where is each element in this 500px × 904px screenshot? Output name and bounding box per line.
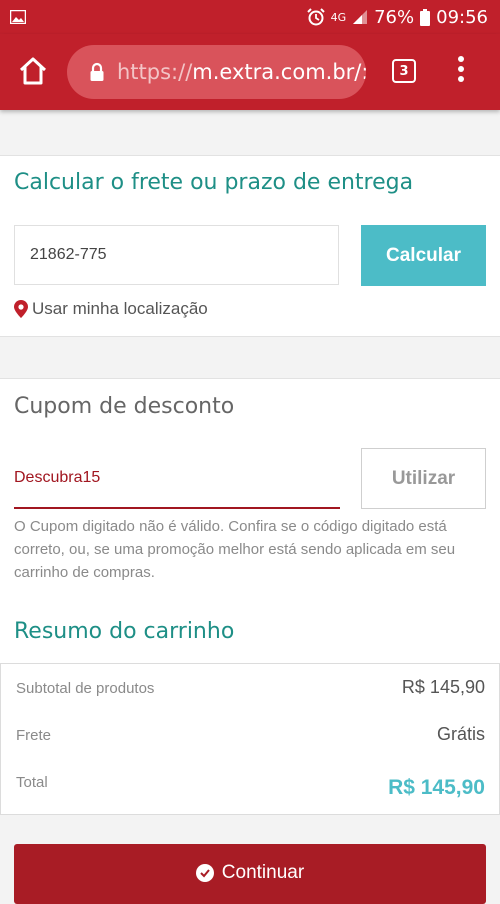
more-vert-icon[interactable] bbox=[455, 56, 467, 86]
shipping-label: Frete bbox=[16, 727, 52, 744]
use-coupon-button[interactable]: Utilizar bbox=[361, 448, 486, 509]
home-icon bbox=[19, 57, 47, 85]
battery-icon bbox=[420, 8, 431, 26]
calculate-button[interactable]: Calcular bbox=[361, 225, 486, 286]
location-pin-icon bbox=[14, 300, 28, 318]
coupon-input[interactable]: Descubra15 bbox=[14, 449, 340, 509]
status-bar: 4G 76% 09:56 bbox=[0, 0, 500, 34]
total-label: Total bbox=[16, 774, 48, 791]
url-host: m.extra.com.br/: bbox=[192, 60, 366, 84]
network-type: 4G bbox=[330, 10, 347, 24]
shipping-title: Calcular o frete ou prazo de entrega bbox=[14, 170, 414, 195]
coupon-card: Cupom de desconto Descubra15 Utilizar O … bbox=[0, 378, 500, 600]
signal-icon bbox=[353, 10, 368, 24]
coupon-error-message: O Cupom digitado não é válido. Confira s… bbox=[14, 518, 456, 581]
browser-toolbar: https://m.extra.com.br/: 3 bbox=[0, 34, 500, 110]
use-location-link[interactable]: Usar minha localização bbox=[14, 299, 208, 319]
cep-input[interactable]: 21862-775 bbox=[14, 225, 339, 285]
tabs-button[interactable]: 3 bbox=[392, 59, 416, 83]
url-text: https://m.extra.com.br/: bbox=[117, 60, 366, 84]
summary-header: Resumo do carrinho bbox=[0, 598, 500, 663]
shipping-value: Grátis bbox=[436, 724, 485, 744]
use-location-label: Usar minha localização bbox=[32, 299, 208, 318]
summary-title: Resumo do carrinho bbox=[14, 619, 235, 644]
url-bar[interactable]: https://m.extra.com.br/: bbox=[67, 45, 366, 99]
battery-percent: 76% bbox=[374, 6, 415, 28]
shipping-card: Calcular o frete ou prazo de entrega 218… bbox=[0, 155, 500, 337]
lock-icon bbox=[90, 62, 104, 81]
clock: 09:56 bbox=[436, 6, 488, 28]
subtotal-value: R$ 145,90 bbox=[401, 677, 485, 697]
continue-button[interactable]: Continuar bbox=[14, 844, 486, 904]
coupon-title: Cupom de desconto bbox=[14, 394, 235, 419]
tab-count: 3 bbox=[399, 63, 409, 79]
total-value: R$ 145,90 bbox=[388, 776, 485, 799]
cart-summary: Subtotal de produtos R$ 145,90 Frete Grá… bbox=[0, 663, 500, 815]
url-protocol: https:// bbox=[117, 60, 193, 84]
image-icon bbox=[10, 10, 26, 24]
check-circle-icon bbox=[195, 864, 214, 882]
continue-label: Continuar bbox=[221, 862, 305, 883]
alarm-icon bbox=[306, 8, 325, 26]
subtotal-label: Subtotal de produtos bbox=[16, 680, 155, 697]
home-button[interactable] bbox=[18, 56, 48, 86]
